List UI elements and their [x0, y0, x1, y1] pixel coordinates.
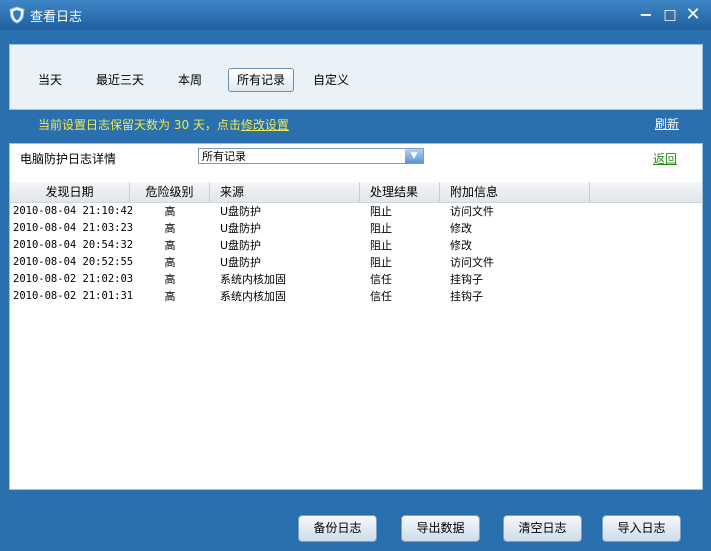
- cell-level: 高: [164, 205, 176, 218]
- cell-source: 系统内核加固: [220, 273, 286, 286]
- cell-source: U盘防护: [220, 239, 262, 252]
- column-header-result[interactable]: 处理结果: [360, 182, 440, 202]
- modify-settings-link[interactable]: 修改设置: [241, 118, 289, 132]
- back-link[interactable]: 返回: [653, 150, 677, 167]
- window-title: 查看日志: [30, 10, 83, 25]
- tab-all-records[interactable]: 所有记录: [228, 68, 295, 92]
- cell-date: 2010-08-02 21:02:03: [13, 273, 134, 285]
- retention-notice-text: 当前设置日志保留天数为 30 天，点击: [38, 118, 241, 132]
- cell-info: 修改: [450, 239, 472, 252]
- cell-info: 访问文件: [450, 205, 494, 218]
- cell-date: 2010-08-04 20:52:55: [13, 256, 134, 268]
- cell-info: 访问文件: [450, 256, 494, 269]
- table-row[interactable]: 2010-08-02 21:02:03 高 系统内核加固 信任 挂钩子: [10, 271, 702, 288]
- tab-today[interactable]: 当天: [38, 69, 62, 91]
- shield-icon: [9, 6, 25, 24]
- cell-level: 高: [164, 222, 176, 235]
- tab-this-week[interactable]: 本周: [178, 69, 202, 91]
- cell-date: 2010-08-02 21:01:31: [13, 290, 134, 302]
- minimize-icon[interactable]: −: [637, 6, 655, 24]
- cell-result: 信任: [370, 273, 392, 286]
- cell-result: 信任: [370, 290, 392, 303]
- cell-date: 2010-08-04 21:10:42: [13, 205, 134, 217]
- cell-result: 阻止: [370, 222, 392, 235]
- column-header-date[interactable]: 发现日期: [10, 182, 130, 202]
- cell-info: 挂钩子: [450, 273, 483, 286]
- log-table-body: 2010-08-04 21:10:42 高 U盘防护 阻止 访问文件 2010-…: [10, 203, 702, 305]
- table-row[interactable]: 2010-08-04 21:10:42 高 U盘防护 阻止 访问文件: [10, 203, 702, 220]
- retention-notice: 当前设置日志保留天数为 30 天，点击修改设置: [38, 116, 289, 133]
- cell-result: 阻止: [370, 205, 392, 218]
- tab-last-three-days[interactable]: 最近三天: [96, 69, 144, 91]
- clear-log-button[interactable]: 清空日志: [503, 515, 582, 542]
- detail-label: 电脑防护日志详情: [20, 152, 117, 166]
- cell-source: U盘防护: [220, 205, 262, 218]
- table-row[interactable]: 2010-08-04 21:03:23 高 U盘防护 阻止 修改: [10, 220, 702, 237]
- close-icon[interactable]: ✕: [684, 6, 702, 24]
- log-detail-panel: 电脑防护日志详情 所有记录 ▼ 返回 发现日期 危险级别 来源 处理结果 附加信…: [9, 143, 703, 490]
- cell-level: 高: [164, 290, 176, 303]
- table-header: 发现日期 危险级别 来源 处理结果 附加信息: [10, 182, 702, 203]
- record-filter-select[interactable]: 所有记录 ▼: [198, 148, 424, 164]
- column-header-level[interactable]: 危险级别: [130, 182, 210, 202]
- date-range-tabs: 当天 最近三天 本周 所有记录 自定义: [9, 44, 703, 110]
- cell-date: 2010-08-04 20:54:32: [13, 239, 134, 251]
- record-filter-value: 所有记录: [202, 150, 246, 163]
- log-viewer-window: 查看日志 − □ ✕ 当天 最近三天 本周 所有记录 自定义 当前设置日志保留天…: [0, 0, 711, 551]
- table-row[interactable]: 2010-08-04 20:52:55 高 U盘防护 阻止 访问文件: [10, 254, 702, 271]
- cell-result: 阻止: [370, 239, 392, 252]
- cell-date: 2010-08-04 21:03:23: [13, 222, 134, 234]
- cell-level: 高: [164, 239, 176, 252]
- column-header-source[interactable]: 来源: [210, 182, 360, 202]
- cell-result: 阻止: [370, 256, 392, 269]
- title-bar[interactable]: 查看日志 − □ ✕: [0, 0, 711, 30]
- maximize-icon[interactable]: □: [661, 6, 679, 24]
- export-data-button[interactable]: 导出数据: [401, 515, 480, 542]
- cell-level: 高: [164, 273, 176, 286]
- cell-info: 修改: [450, 222, 472, 235]
- table-row[interactable]: 2010-08-04 20:54:32 高 U盘防护 阻止 修改: [10, 237, 702, 254]
- table-row[interactable]: 2010-08-02 21:01:31 高 系统内核加固 信任 挂钩子: [10, 288, 702, 305]
- cell-source: U盘防护: [220, 256, 262, 269]
- column-header-info[interactable]: 附加信息: [440, 182, 590, 202]
- refresh-link[interactable]: 刷新: [655, 115, 679, 132]
- column-header-filler: [590, 182, 702, 202]
- import-log-button[interactable]: 导入日志: [602, 515, 681, 542]
- chevron-down-icon[interactable]: ▼: [405, 149, 423, 163]
- cell-source: U盘防护: [220, 222, 262, 235]
- tab-custom[interactable]: 自定义: [313, 69, 349, 91]
- backup-log-button[interactable]: 备份日志: [298, 515, 377, 542]
- cell-source: 系统内核加固: [220, 290, 286, 303]
- cell-info: 挂钩子: [450, 290, 483, 303]
- cell-level: 高: [164, 256, 176, 269]
